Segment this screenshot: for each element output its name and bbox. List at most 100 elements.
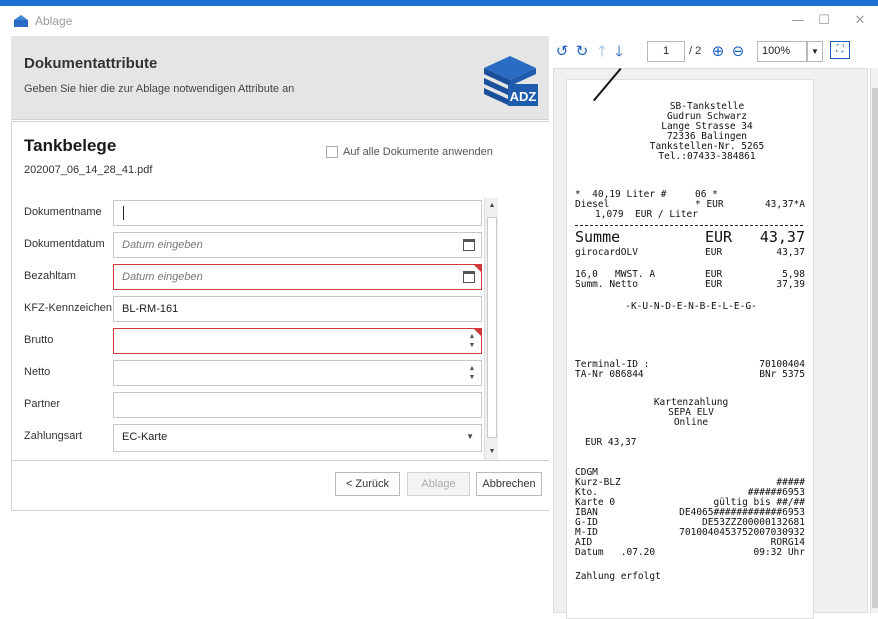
attribute-form: Dokumentname Dokumentdatum Datum eingebe…	[11, 198, 498, 460]
field-label: Brutto	[24, 334, 54, 346]
header-subtitle: Geben Sie hier die zur Ablage notwendige…	[24, 83, 295, 95]
partner-input[interactable]	[113, 392, 482, 418]
apply-all-checkbox[interactable]: Auf alle Dokumente anwenden	[326, 146, 493, 158]
calendar-icon[interactable]	[463, 271, 475, 283]
field-value: BL-RM-161	[122, 303, 179, 315]
document-viewport[interactable]: SB-Tankstelle Gudrun Schwarz Lange Stras…	[553, 67, 868, 619]
dokumentdatum-input[interactable]: Datum eingeben	[113, 232, 482, 258]
divider	[11, 460, 549, 461]
viewer-scrollbar[interactable]	[870, 68, 878, 613]
window-title: Ablage	[35, 14, 73, 28]
receipt-divider	[575, 225, 803, 226]
receipt-text: 43,37	[776, 247, 805, 258]
arrow-down-icon[interactable]: 🡓	[612, 41, 626, 61]
checkbox-icon[interactable]	[326, 146, 338, 158]
field-row-bezahltam: Bezahltam Datum eingeben	[11, 262, 498, 290]
close-button[interactable]: ✕	[848, 10, 872, 32]
scroll-up-icon[interactable]: ▲	[485, 202, 499, 209]
receipt-text: Zahlung erfolgt	[575, 571, 661, 582]
file-button[interactable]: Ablage	[407, 472, 470, 496]
zoom-in-icon[interactable]: ⊕	[709, 41, 727, 61]
back-button[interactable]: < Zurück	[335, 472, 400, 496]
spinner-arrows-icon[interactable]: ▲ ▼	[468, 364, 476, 382]
receipt-text: 1,079 EUR / Liter	[595, 209, 698, 220]
field-label: Dokumentdatum	[24, 238, 105, 250]
arrow-up-icon[interactable]: 🡑	[595, 41, 609, 61]
field-label: Zahlungsart	[24, 430, 83, 442]
field-label: Dokumentname	[24, 206, 102, 218]
divider	[11, 121, 549, 122]
field-label: Bezahltam	[24, 270, 76, 282]
field-row-dokumentname: Dokumentname	[11, 198, 498, 226]
field-row-kfz: KFZ-Kennzeichen BL-RM-161	[11, 294, 498, 322]
zoom-out-icon[interactable]: ⊖	[729, 41, 747, 61]
field-label: Netto	[24, 366, 51, 378]
receipt-text: Datum .07.20	[575, 547, 656, 558]
adz-logo-text: ADZ	[510, 89, 537, 104]
scrollbar-thumb[interactable]	[872, 88, 878, 608]
receipt-page: SB-Tankstelle Gudrun Schwarz Lange Stras…	[566, 67, 814, 619]
scroll-down-icon[interactable]: ▼	[485, 448, 499, 455]
kfz-kennzeichen-input[interactable]: BL-RM-161	[113, 296, 482, 322]
brutto-input[interactable]: ▲ ▼	[113, 328, 482, 354]
fit-page-icon[interactable]: ⛶	[830, 41, 850, 59]
field-row-dokumentdatum: Dokumentdatum Datum eingeben	[11, 230, 498, 258]
signature-mark	[593, 67, 622, 102]
zoom-dropdown-chevron-icon[interactable]: ▼	[807, 41, 823, 62]
chevron-down-icon[interactable]: ▼	[466, 425, 474, 449]
field-label: KFZ-Kennzeichen	[24, 302, 113, 314]
receipt-text: girocardOLV	[575, 247, 638, 258]
divider	[11, 510, 549, 511]
form-scrollbar[interactable]: ▲ ▼	[484, 198, 498, 460]
rotate-right-icon[interactable]: ↻	[573, 41, 591, 61]
receipt-text: 37,39	[776, 279, 805, 290]
receipt-text: * EUR	[695, 199, 724, 210]
field-row-brutto: Brutto ▲ ▼	[11, 326, 498, 354]
receipt-phone: Tel.:07433-384861	[658, 151, 756, 162]
form-title: Tankbelege	[24, 136, 117, 155]
required-marker	[474, 265, 481, 272]
document-viewer-panel: ↺ ↻ 🡑 🡓 1 / 2 ⊕ ⊖ 100% ▼ ⛶ SB-Tankstelle…	[549, 36, 878, 619]
apply-all-label: Auf alle Dokumente anwenden	[343, 146, 493, 158]
receipt-text: Summ. Netto	[575, 279, 638, 290]
field-row-zahlungsart: Zahlungsart EC-Karte ▼	[11, 422, 498, 452]
receipt-text: 09:32 Uhr	[753, 547, 805, 558]
zoom-select[interactable]: 100%	[757, 41, 807, 62]
field-value: EC-Karte	[122, 431, 168, 443]
receipt-sum-value: 43,37	[759, 228, 805, 246]
page-total: / 2	[689, 45, 702, 57]
header-title: Dokumentattribute	[24, 55, 158, 72]
field-row-partner: Partner	[11, 390, 498, 418]
field-placeholder: Datum eingeben	[122, 239, 203, 251]
minimize-button[interactable]: —	[786, 10, 810, 32]
receipt-text: EUR	[705, 279, 723, 290]
app-icon	[14, 15, 28, 27]
zahlungsart-select[interactable]: EC-Karte ▼	[113, 424, 482, 452]
scrollbar-thumb[interactable]	[487, 217, 497, 438]
required-marker	[474, 329, 481, 336]
receipt-text: BNr 5375	[759, 369, 805, 380]
receipt-text: EUR	[705, 247, 723, 258]
rotate-left-icon[interactable]: ↺	[553, 41, 571, 61]
page-number-input[interactable]: 1	[647, 41, 685, 62]
field-label: Partner	[24, 398, 61, 410]
file-name: 202007_06_14_28_41.pdf	[24, 164, 153, 176]
title-bar: Ablage — ☐ ✕	[0, 6, 878, 36]
cancel-button[interactable]: Abbrechen	[476, 472, 542, 496]
netto-input[interactable]: ▲ ▼	[113, 360, 482, 386]
receipt-text: 43,37*A	[764, 199, 805, 210]
dokumentname-input[interactable]	[113, 200, 482, 226]
bezahltam-input[interactable]: Datum eingeben	[113, 264, 482, 290]
receipt-text: EUR 43,37	[585, 437, 637, 448]
receipt-text: Online	[673, 417, 709, 428]
field-row-netto: Netto ▲ ▼	[11, 358, 498, 386]
attribute-panel: Dokumentattribute Geben Sie hier die zur…	[11, 36, 549, 613]
receipt-text: TA-Nr 086844	[575, 369, 644, 380]
receipt-sum-cur: EUR	[705, 228, 733, 246]
maximize-button[interactable]: ☐	[812, 10, 836, 32]
field-placeholder: Datum eingeben	[122, 271, 203, 283]
adz-logo: ADZ	[484, 56, 538, 106]
calendar-icon[interactable]	[463, 239, 475, 251]
text-cursor	[123, 206, 124, 220]
header-band: Dokumentattribute Geben Sie hier die zur…	[11, 36, 549, 120]
